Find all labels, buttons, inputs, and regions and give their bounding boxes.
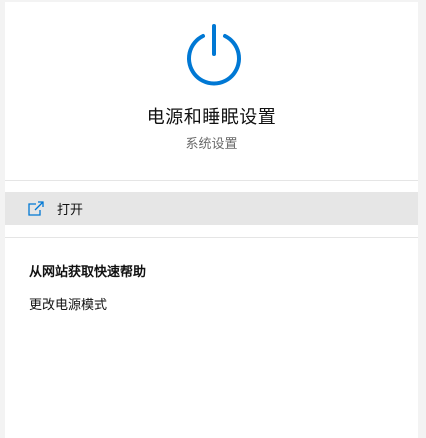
help-section-title: 从网站获取快速帮助 <box>29 265 147 280</box>
open-button[interactable]: 打开 <box>5 192 418 225</box>
open-label: 打开 <box>57 203 84 218</box>
app-detail-panel: 电源和睡眠设置 系统设置 打开 从网站获取快速帮助 更改电源模式 <box>5 2 418 438</box>
divider <box>5 237 418 238</box>
app-subtitle: 系统设置 <box>185 137 238 152</box>
open-external-icon <box>28 200 44 216</box>
help-link-change-power-mode[interactable]: 更改电源模式 <box>29 294 107 313</box>
app-header: 电源和睡眠设置 系统设置 <box>5 2 418 178</box>
power-icon <box>187 24 241 86</box>
app-title: 电源和睡眠设置 <box>146 107 277 128</box>
divider <box>5 180 418 181</box>
